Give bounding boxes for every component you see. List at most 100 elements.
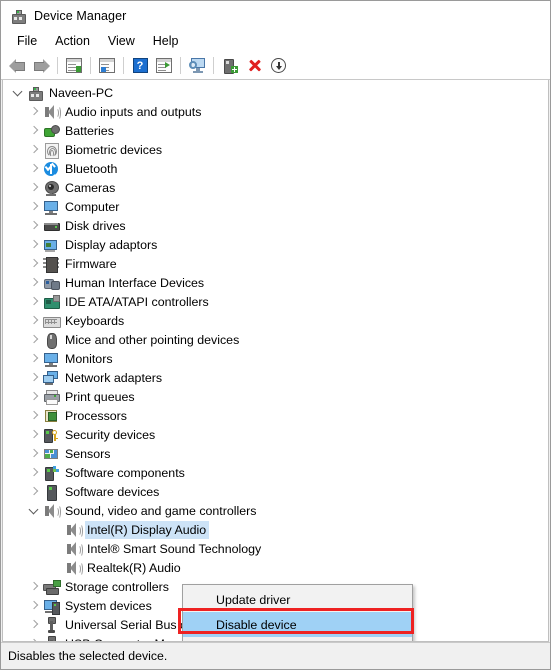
chevron-right-icon[interactable] — [27, 330, 43, 349]
tree-node-display-adaptors[interactable]: Display adaptors — [3, 235, 548, 254]
tree-node-disk-drives[interactable]: Disk drives — [3, 216, 548, 235]
tree-node-human-interface-devices[interactable]: Human Interface Devices — [3, 273, 548, 292]
tree-node-intel-smart-sound-technology[interactable]: Intel® Smart Sound Technology — [3, 539, 548, 558]
scan-for-hardware-changes-button[interactable] — [185, 54, 209, 77]
chevron-right-icon[interactable] — [27, 406, 43, 425]
tree-node-label: Mice and other pointing devices — [65, 332, 240, 347]
tree-node-processors[interactable]: Processors — [3, 406, 548, 425]
tree-node-label: Bluetooth — [65, 161, 118, 176]
tree-node-label: Batteries — [65, 123, 114, 138]
tree-node-intel-display-audio[interactable]: Intel(R) Display Audio — [3, 520, 548, 539]
back-button[interactable] — [5, 54, 29, 77]
tree-node-network-adapters[interactable]: Network adapters — [3, 368, 548, 387]
action-pane-icon — [156, 58, 172, 73]
chevron-right-icon[interactable] — [27, 368, 43, 387]
title-bar: Device Manager — [1, 1, 550, 30]
tree-node-label: Audio inputs and outputs — [65, 104, 202, 119]
properties-button[interactable] — [95, 54, 119, 77]
tree-node-cameras[interactable]: Cameras — [3, 178, 548, 197]
tree-node-label: Monitors — [65, 351, 113, 366]
show-hide-console-tree-button[interactable] — [62, 54, 86, 77]
speaker-icon — [43, 104, 61, 120]
chevron-right-icon[interactable] — [27, 349, 43, 368]
uninstall-device-button[interactable] — [242, 54, 266, 77]
menu-action[interactable]: Action — [46, 32, 99, 50]
tree-node-keyboards[interactable]: Keyboards — [3, 311, 548, 330]
menu-file[interactable]: File — [8, 32, 46, 50]
tree-node-security-devices[interactable]: Security devices — [3, 425, 548, 444]
status-bar: Disables the selected device. — [1, 642, 550, 669]
chevron-right-icon[interactable] — [27, 387, 43, 406]
tree-node-label: Sensors — [65, 446, 111, 461]
chevron-right-icon[interactable] — [27, 634, 43, 641]
usb-icon — [43, 635, 59, 641]
forward-button[interactable] — [29, 54, 53, 77]
tree-node-realtek-audio[interactable]: Realtek(R) Audio — [3, 558, 548, 577]
device-manager-window: Device Manager File Action View Help ? N… — [0, 0, 551, 670]
disable-device-button[interactable] — [266, 54, 290, 77]
hid-joystick-icon — [43, 275, 60, 291]
device-tree-panel[interactable]: Naveen-PC Audio inputs and outputs Batte… — [2, 80, 549, 642]
chevron-right-icon[interactable] — [27, 463, 43, 482]
tree-node-software-components[interactable]: Software components — [3, 463, 548, 482]
tree-node-label: Intel(R) Display Audio — [85, 520, 210, 539]
network-adapter-icon — [43, 370, 59, 386]
tree-node-root[interactable]: Naveen-PC — [3, 83, 548, 102]
chevron-right-icon[interactable] — [27, 235, 43, 254]
tree-node-batteries[interactable]: Batteries — [3, 121, 548, 140]
context-menu-item-update-driver[interactable]: Update driver — [183, 587, 412, 612]
keyboard-icon — [43, 313, 61, 329]
context-menu-item-disable-device[interactable]: Disable device — [183, 612, 412, 637]
speaker-icon — [65, 560, 83, 576]
red-x-icon — [247, 58, 262, 73]
tree-node-mice-and-other-pointing-devices[interactable]: Mice and other pointing devices — [3, 330, 548, 349]
tree-node-sound-video-and-game-controllers[interactable]: Sound, video and game controllers — [3, 501, 548, 520]
chevron-right-icon[interactable] — [27, 197, 43, 216]
toolbar-separator — [57, 57, 58, 74]
help-button[interactable]: ? — [128, 54, 152, 77]
tree-node-print-queues[interactable]: Print queues — [3, 387, 548, 406]
chevron-right-icon[interactable] — [27, 615, 43, 634]
download-arrow-icon — [270, 58, 286, 73]
chevron-right-icon[interactable] — [27, 102, 43, 121]
chevron-right-icon[interactable] — [27, 596, 43, 615]
tree-node-biometric-devices[interactable]: Biometric devices — [3, 140, 548, 159]
chevron-right-icon[interactable] — [27, 482, 43, 501]
tree-node-firmware[interactable]: Firmware — [3, 254, 548, 273]
tree-node-bluetooth[interactable]: Bluetooth — [3, 159, 548, 179]
chevron-right-icon[interactable] — [27, 311, 43, 330]
chevron-right-icon[interactable] — [27, 444, 43, 463]
tree-node-label: Disk drives — [65, 218, 126, 233]
security-key-icon — [43, 427, 59, 443]
show-hide-action-pane-button[interactable] — [152, 54, 176, 77]
left-arrow-icon — [8, 58, 26, 73]
chevron-down-icon[interactable] — [11, 83, 27, 102]
context-menu-item-uninstall-device[interactable]: Uninstall device — [183, 637, 412, 641]
fingerprint-icon — [43, 142, 59, 159]
tree-node-ide-ata-atapi-controllers[interactable]: IDE ATA/ATAPI controllers — [3, 292, 548, 311]
chevron-right-icon[interactable] — [27, 121, 43, 140]
system-devices-icon — [43, 598, 60, 615]
chevron-right-icon[interactable] — [27, 159, 43, 178]
tree-node-computer[interactable]: Computer — [3, 197, 548, 216]
tree-node-audio-inputs-and-outputs[interactable]: Audio inputs and outputs — [3, 102, 548, 121]
chevron-right-icon[interactable] — [27, 425, 43, 444]
update-driver-button[interactable] — [218, 54, 242, 77]
chevron-right-icon[interactable] — [27, 216, 43, 235]
tree-node-label: Biometric devices — [65, 142, 163, 157]
chevron-right-icon[interactable] — [27, 292, 43, 311]
speaker-icon — [65, 541, 83, 557]
chevron-right-icon[interactable] — [27, 577, 43, 596]
tree-node-label: IDE ATA/ATAPI controllers — [65, 294, 209, 309]
tree-node-software-devices[interactable]: Software devices — [3, 482, 548, 501]
menu-help[interactable]: Help — [144, 32, 188, 50]
chevron-down-icon[interactable] — [27, 501, 43, 520]
tree-node-monitors[interactable]: Monitors — [3, 349, 548, 368]
chevron-right-icon[interactable] — [27, 273, 43, 292]
tree-node-label: Realtek(R) Audio — [87, 560, 181, 575]
tree-node-sensors[interactable]: Sensors — [3, 444, 548, 463]
chevron-right-icon[interactable] — [27, 140, 43, 159]
chevron-right-icon[interactable] — [27, 254, 43, 273]
chevron-right-icon[interactable] — [27, 178, 43, 197]
menu-view[interactable]: View — [99, 32, 144, 50]
